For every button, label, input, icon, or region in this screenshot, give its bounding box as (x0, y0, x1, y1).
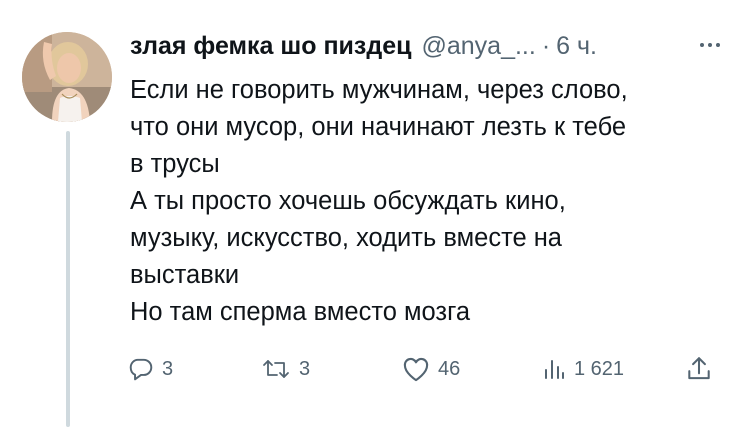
tweet-text: Если не говорить мужчинам, через слово, … (130, 72, 730, 331)
share-button[interactable] (686, 351, 712, 387)
avatar[interactable] (22, 32, 112, 122)
author-handle[interactable]: @anya_... (421, 32, 535, 61)
reply-count: 3 (162, 357, 174, 380)
share-icon (688, 357, 710, 380)
like-button[interactable]: 46 (402, 351, 460, 387)
tweet-text-line: что они мусор, они начинают лезть к тебе (130, 113, 627, 141)
avatar-photo (22, 32, 112, 122)
reply-icon (129, 358, 153, 381)
tweet[interactable]: злая фемка шо пиздец @anya_... · 6 ч. Ес… (0, 0, 749, 427)
more-options-button[interactable] (690, 30, 730, 60)
tweet-text-line: Если не говорить мужчинам, через слово, (130, 76, 628, 104)
tweet-text-line: в трусы (130, 150, 220, 178)
tweet-text-line: А ты просто хочешь обсуждать кино, (130, 187, 566, 215)
thread-connector-line (66, 131, 70, 427)
like-count: 46 (438, 357, 461, 380)
tweet-timestamp[interactable]: 6 ч. (556, 32, 597, 61)
tweet-text-line: музыку, искусство, ходить вместе на (130, 224, 562, 252)
retweet-count: 3 (299, 357, 311, 380)
tweet-text-line: выставки (130, 261, 240, 289)
more-icon (700, 43, 720, 47)
views-button[interactable]: 1 621 (542, 351, 624, 387)
tweet-header: злая фемка шо пиздец @anya_... · 6 ч. (130, 26, 597, 66)
heart-icon (403, 357, 429, 382)
author-display-name[interactable]: злая фемка шо пиздец (130, 32, 411, 61)
header-separator: · (541, 31, 551, 60)
views-count: 1 621 (574, 357, 625, 380)
retweet-button[interactable]: 3 (261, 351, 310, 387)
views-icon (545, 360, 564, 379)
retweet-icon (263, 360, 289, 378)
tweet-text-line: Но там сперма вместо мозга (130, 298, 471, 326)
reply-button[interactable]: 3 (128, 351, 173, 387)
tweet-actions-bar: 3 3 46 1 621 (128, 351, 728, 387)
